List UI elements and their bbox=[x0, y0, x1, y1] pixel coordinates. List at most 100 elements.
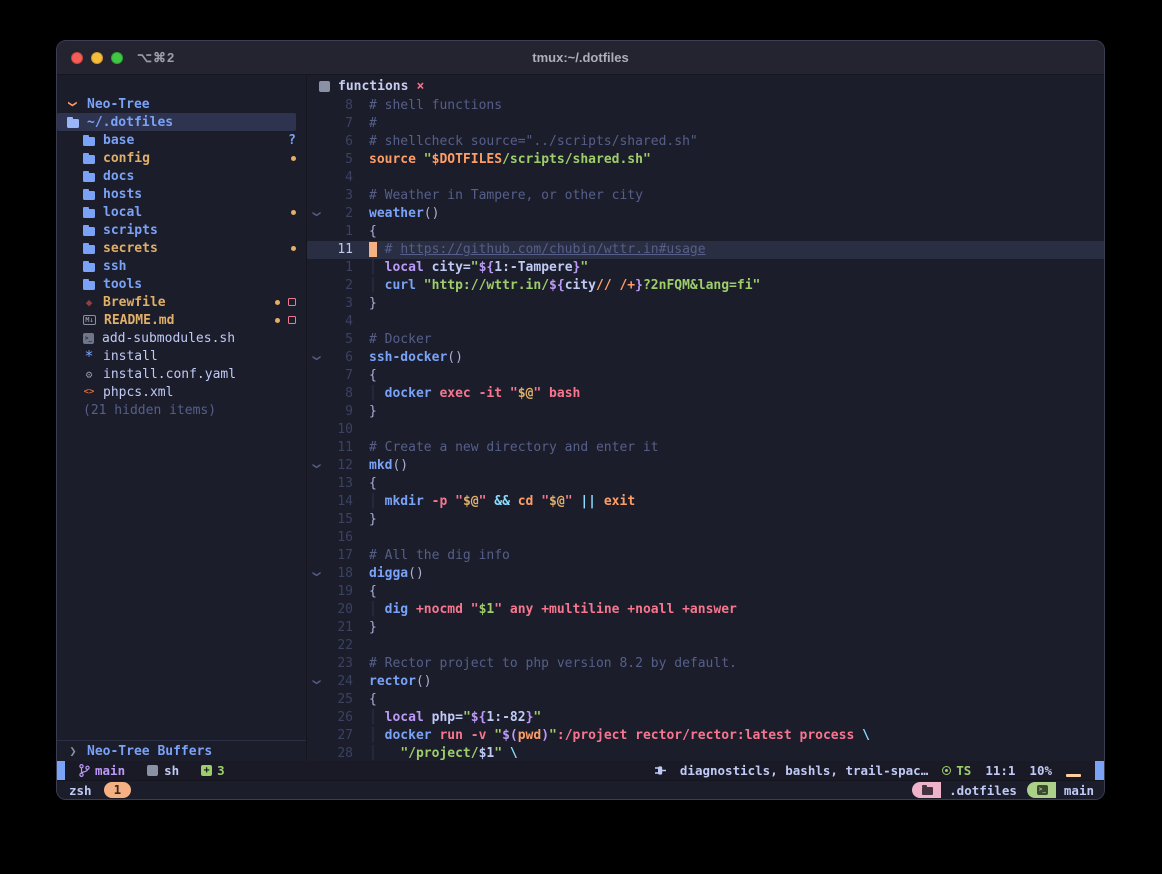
tree-item-install-conf-yaml[interactable]: ⚙install.conf.yaml bbox=[57, 365, 296, 383]
tree-item-scripts[interactable]: scripts bbox=[57, 221, 296, 239]
chevron-down-icon: ❯ bbox=[66, 98, 80, 110]
line-number: 7 bbox=[325, 115, 353, 133]
tree-item-install[interactable]: *install bbox=[57, 347, 296, 365]
tree-item-base[interactable]: base? bbox=[57, 131, 296, 149]
fold-column bbox=[307, 709, 325, 727]
code-line[interactable]: 23# Rector project to php version 8.2 by… bbox=[307, 655, 1104, 673]
tree-item-docs[interactable]: docs bbox=[57, 167, 296, 185]
git-status-modified-badge bbox=[291, 210, 296, 215]
code-line[interactable]: 22 bbox=[307, 637, 1104, 655]
tree-item-label: tools bbox=[103, 277, 142, 292]
line-number: 3 bbox=[325, 187, 353, 205]
folder-icon bbox=[922, 787, 933, 795]
code-text: # Create a new directory and enter it bbox=[369, 439, 659, 457]
fold-chevron-icon[interactable]: ❯ bbox=[307, 673, 325, 691]
code-line[interactable]: ❯6ssh-docker() bbox=[307, 349, 1104, 367]
tree-item--21-hidden-items-[interactable]: (21 hidden items) bbox=[57, 401, 296, 419]
code-line[interactable]: 27│ docker run -v "$(pwd)":/project rect… bbox=[307, 727, 1104, 745]
code-text: │ curl "http://wttr.in/${city// /+}?2nFQ… bbox=[369, 277, 760, 295]
line-number: 1 bbox=[325, 223, 353, 241]
code-line[interactable]: 10 bbox=[307, 421, 1104, 439]
git-branch-icon bbox=[79, 764, 90, 777]
titlebar[interactable]: ⌥⌘2 tmux:~/.dotfiles bbox=[57, 41, 1104, 75]
code-line[interactable]: ❯12mkd() bbox=[307, 457, 1104, 475]
code-line[interactable]: 7{ bbox=[307, 367, 1104, 385]
tree-item-readme-md[interactable]: M↓README.md bbox=[57, 311, 296, 329]
code-line[interactable]: 5# Docker bbox=[307, 331, 1104, 349]
folder-icon bbox=[83, 263, 95, 272]
code-line[interactable]: 19{ bbox=[307, 583, 1104, 601]
fold-chevron-icon[interactable]: ❯ bbox=[307, 205, 325, 223]
tree-item-label: docs bbox=[103, 169, 134, 184]
git-status-unstaged-badge bbox=[288, 298, 296, 306]
fold-column bbox=[307, 169, 325, 187]
folder-icon bbox=[83, 173, 95, 182]
code-line-current[interactable]: 11 # https://github.com/chubin/wttr.in#u… bbox=[307, 241, 1104, 259]
code-text: │ dig +nocmd "$1" any +multiline +noall … bbox=[369, 601, 737, 619]
code-line[interactable]: 1│ local city="${1:-Tampere}" bbox=[307, 259, 1104, 277]
tree-item-phpcs-xml[interactable]: <>phpcs.xml bbox=[57, 383, 296, 401]
code-text: # bbox=[369, 115, 377, 133]
tree-item-hosts[interactable]: hosts bbox=[57, 185, 296, 203]
code-line[interactable]: ❯18digga() bbox=[307, 565, 1104, 583]
code-line[interactable]: ❯24rector() bbox=[307, 673, 1104, 691]
tree-item--dotfiles[interactable]: ~/.dotfiles bbox=[57, 113, 296, 131]
fold-chevron-icon[interactable]: ❯ bbox=[307, 565, 325, 583]
code-line[interactable]: 26│ local php="${1:-82}" bbox=[307, 709, 1104, 727]
code-line[interactable]: 11# Create a new directory and enter it bbox=[307, 439, 1104, 457]
tree-item-secrets[interactable]: secrets bbox=[57, 239, 296, 257]
line-number: 15 bbox=[325, 511, 353, 529]
code-line[interactable]: 4 bbox=[307, 169, 1104, 187]
filetype-label: sh bbox=[164, 763, 179, 778]
code-line[interactable]: 9} bbox=[307, 403, 1104, 421]
code-line[interactable]: ❯2weather() bbox=[307, 205, 1104, 223]
fold-chevron-icon[interactable]: ❯ bbox=[307, 349, 325, 367]
tree-item-local[interactable]: local bbox=[57, 203, 296, 221]
code-line[interactable]: 16 bbox=[307, 529, 1104, 547]
line-number: 23 bbox=[325, 655, 353, 673]
code-area[interactable]: 8# shell functions7#6# shellcheck source… bbox=[307, 97, 1104, 763]
buffers-title: Neo-Tree Buffers bbox=[87, 744, 212, 759]
fold-chevron-icon[interactable]: ❯ bbox=[307, 457, 325, 475]
tree-item-label: (21 hidden items) bbox=[83, 403, 216, 418]
tree-item-label: config bbox=[103, 151, 150, 166]
code-line[interactable]: 21} bbox=[307, 619, 1104, 637]
code-line[interactable]: 20│ dig +nocmd "$1" any +multiline +noal… bbox=[307, 601, 1104, 619]
tmux-window-badge[interactable]: 1 bbox=[104, 782, 132, 798]
line-number: 10 bbox=[325, 421, 353, 439]
code-line[interactable]: 17# All the dig info bbox=[307, 547, 1104, 565]
neo-tree-header[interactable]: ❯ Neo-Tree bbox=[57, 95, 296, 113]
close-buffer-icon[interactable]: × bbox=[416, 79, 424, 94]
tree-item-tools[interactable]: tools bbox=[57, 275, 296, 293]
code-line[interactable]: 1{ bbox=[307, 223, 1104, 241]
tmux-path: .dotfiles bbox=[941, 783, 1027, 798]
code-text: # Weather in Tampere, or other city bbox=[369, 187, 643, 205]
code-line[interactable]: 4 bbox=[307, 313, 1104, 331]
line-number: 1 bbox=[325, 259, 353, 277]
code-line[interactable]: 8# shell functions bbox=[307, 97, 1104, 115]
code-text: } bbox=[369, 511, 377, 529]
code-line[interactable]: 7# bbox=[307, 115, 1104, 133]
buffer-tabline[interactable]: functions × bbox=[307, 75, 1104, 97]
code-line[interactable]: 14│ mkdir -p "$@" && cd "$@" || exit bbox=[307, 493, 1104, 511]
fold-column bbox=[307, 367, 325, 385]
tree-item-ssh[interactable]: ssh bbox=[57, 257, 296, 275]
tree-item-config[interactable]: config bbox=[57, 149, 296, 167]
statusline: main sh + 3 diagnosticls, bashls, trail-… bbox=[57, 761, 1104, 780]
code-line[interactable]: 2│ curl "http://wttr.in/${city// /+}?2nF… bbox=[307, 277, 1104, 295]
code-line[interactable]: 6# shellcheck source="../scripts/shared.… bbox=[307, 133, 1104, 151]
code-line[interactable]: 5source "$DOTFILES/scripts/shared.sh" bbox=[307, 151, 1104, 169]
code-line[interactable]: 3} bbox=[307, 295, 1104, 313]
code-line[interactable]: 25{ bbox=[307, 691, 1104, 709]
scrollbar-thumb[interactable] bbox=[1095, 761, 1104, 780]
tmux-statusbar: zsh 1 .dotfiles >_ main bbox=[57, 780, 1104, 799]
tree-item-brewfile[interactable]: ◆Brewfile bbox=[57, 293, 296, 311]
code-line[interactable]: 15} bbox=[307, 511, 1104, 529]
code-line[interactable]: 3 # Weather in Tampere, or other city bbox=[307, 187, 1104, 205]
buffer-tab-label[interactable]: functions bbox=[338, 79, 408, 94]
tree-item-label: scripts bbox=[103, 223, 158, 238]
code-line[interactable]: 13{ bbox=[307, 475, 1104, 493]
code-line[interactable]: 8│ docker exec -it "$@" bash bbox=[307, 385, 1104, 403]
neo-tree-buffers-header[interactable]: ❯ Neo-Tree Buffers bbox=[57, 740, 306, 761]
tree-item-add-submodules-sh[interactable]: >_add-submodules.sh bbox=[57, 329, 296, 347]
